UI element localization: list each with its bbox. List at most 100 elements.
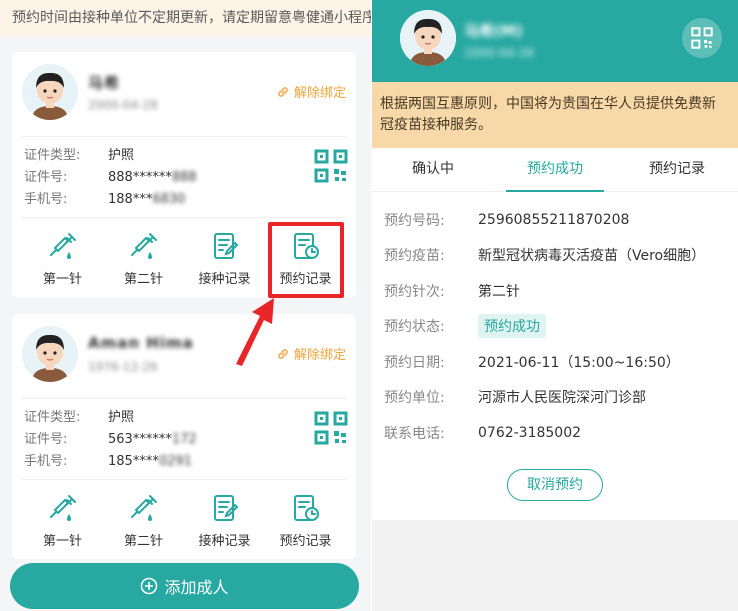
- info-row-phone: 手机号: 185**** 0291: [24, 451, 344, 473]
- appointment-record-button[interactable]: 预约记录: [265, 486, 346, 549]
- avatar-icon: [22, 326, 78, 382]
- member-name: Aman Hima: [88, 334, 194, 352]
- info-value: 888******: [108, 170, 172, 185]
- avatar: [22, 326, 78, 382]
- info-value: 563******: [108, 432, 172, 447]
- second-dose-button[interactable]: 第二针: [103, 224, 184, 287]
- info-row-id-number: 证件号: 888****** 888: [24, 167, 344, 189]
- detail-row-site: 预约单位: 河源市人民医院深河门诊部: [384, 380, 726, 416]
- detail-row-vaccine: 预约疫苗: 新型冠状病毒灭活疫苗（Vero细胞）: [384, 238, 726, 274]
- tab-confirming[interactable]: 确认中: [372, 148, 494, 191]
- avatar: [22, 64, 78, 120]
- masked-digits: 888: [171, 170, 197, 185]
- qr-code-icon[interactable]: [314, 411, 348, 445]
- screenshot-root: 预约时间由接种单位不定期更新，请定期留意粤健通小程序 马希 2000-04-28…: [0, 0, 738, 611]
- detail-row-phone: 联系电话: 0762-3185002: [384, 415, 726, 451]
- info-value: 护照: [108, 410, 135, 425]
- edit-document-icon: [213, 495, 238, 521]
- tab-booked[interactable]: 预约成功: [494, 148, 616, 192]
- cancel-appointment-button[interactable]: 取消预约: [507, 468, 603, 501]
- profile-dob: 2000-04-28: [464, 46, 534, 60]
- qr-code-button[interactable]: [682, 18, 722, 58]
- info-row-phone: 手机号: 188*** 6830: [24, 189, 344, 211]
- profile-name: 马希(M): [464, 22, 523, 40]
- arrow-annotation: [236, 298, 274, 366]
- avatar-icon: [400, 10, 456, 66]
- plus-circle-icon: [141, 577, 158, 595]
- detail-value: 第二针: [478, 283, 520, 300]
- appointment-details: 预约号码: 25960855211870208 预约疫苗: 新型冠状病毒灭活疫苗…: [372, 192, 738, 501]
- add-adult-button[interactable]: 添加成人: [10, 563, 359, 609]
- detail-label: 预约日期:: [384, 354, 445, 371]
- info-label: 手机号:: [24, 192, 68, 207]
- member-name: 马希: [88, 74, 121, 92]
- detail-value: 2021-06-11（15:00~16:50）: [478, 354, 680, 371]
- action-label: 接种记录: [198, 272, 251, 287]
- syringe-icon: [49, 495, 76, 521]
- detail-value: 25960855211870208: [478, 211, 630, 228]
- member-info: 证件类型: 护照 证件号: 888****** 888 手机号: 188*** …: [12, 137, 356, 217]
- profile-header: 马希(M) 2000-04-28: [372, 0, 738, 82]
- unbind-button[interactable]: 解除绑定: [276, 344, 346, 363]
- detail-value: 新型冠状病毒灭活疫苗（Vero细胞）: [478, 248, 706, 265]
- action-label: 接种记录: [198, 534, 251, 549]
- detail-value: 河源市人民医院深河门诊部: [478, 390, 646, 407]
- detail-label: 预约号码:: [384, 212, 445, 229]
- info-row-id-type: 证件类型: 护照: [24, 145, 344, 167]
- info-label: 证件号:: [24, 170, 68, 185]
- link-icon: [278, 86, 288, 97]
- action-label: 第二针: [123, 272, 163, 287]
- member-card-header: 马希 2000-04-28 解除绑定: [12, 52, 356, 136]
- unbind-label: 解除绑定: [293, 86, 346, 101]
- action-label: 第一针: [42, 272, 82, 287]
- member-dob: 2000-04-28: [88, 98, 158, 112]
- syringe-icon: [49, 233, 76, 259]
- avatar: [400, 10, 456, 66]
- member-card-header: Aman Hima 1976-12-26 解除绑定: [12, 314, 356, 398]
- member-list-panel: 预约时间由接种单位不定期更新，请定期留意粤健通小程序 马希 2000-04-28…: [0, 0, 371, 611]
- info-row-id-number: 证件号: 563****** 172: [24, 429, 344, 451]
- status-tabs: 确认中 预约成功 预约记录: [372, 148, 738, 192]
- detail-body: 确认中 预约成功 预约记录 预约号码: 25960855211870208 预约…: [372, 148, 738, 520]
- member-dob: 1976-12-26: [88, 360, 158, 374]
- unbind-label: 解除绑定: [293, 348, 346, 363]
- status-badge: 预约成功: [478, 314, 546, 339]
- action-label: 第二针: [123, 534, 163, 549]
- detail-label: 预约针次:: [384, 283, 445, 300]
- qr-code-icon: [691, 27, 713, 49]
- info-row-id-type: 证件类型: 护照: [24, 407, 344, 429]
- add-adult-label: 添加成人: [164, 578, 229, 597]
- info-label: 证件类型:: [24, 148, 81, 163]
- info-label: 证件号:: [24, 432, 68, 447]
- detail-value: 0762-3185002: [478, 424, 582, 441]
- vaccination-record-button[interactable]: 接种记录: [184, 224, 265, 287]
- highlight-box: [268, 222, 344, 298]
- info-label: 手机号:: [24, 454, 68, 469]
- member-card: Aman Hima 1976-12-26 解除绑定 证件类型: 护照 证件号: …: [12, 314, 356, 559]
- masked-digits: 0291: [158, 454, 192, 469]
- info-value: 护照: [108, 148, 135, 163]
- detail-label: 预约单位:: [384, 390, 445, 407]
- masked-digits: 172: [171, 432, 197, 447]
- clock-document-icon: [293, 495, 319, 521]
- detail-label: 预约状态:: [384, 319, 445, 336]
- syringe-icon: [130, 233, 157, 259]
- second-dose-button[interactable]: 第二针: [103, 486, 184, 549]
- info-label: 证件类型:: [24, 410, 81, 425]
- member-info: 证件类型: 护照 证件号: 563****** 172 手机号: 185****…: [12, 399, 356, 479]
- notice-bar: 预约时间由接种单位不定期更新，请定期留意粤健通小程序: [0, 0, 371, 36]
- info-value: 188***: [108, 192, 153, 207]
- first-dose-button[interactable]: 第一针: [22, 486, 103, 549]
- unbind-button[interactable]: 解除绑定: [276, 82, 346, 101]
- vaccination-record-button[interactable]: 接种记录: [184, 486, 265, 549]
- tab-records[interactable]: 预约记录: [616, 148, 738, 191]
- action-bar: 第一针 第二针 接种记录 预约记录: [22, 479, 346, 559]
- syringe-icon: [130, 495, 157, 521]
- action-label: 预约记录: [279, 534, 332, 549]
- detail-label: 预约疫苗:: [384, 248, 445, 265]
- appointment-detail-panel: 马希(M) 2000-04-28 根据两国互惠原则，中国将为贵国在华人员提供免费…: [372, 0, 738, 611]
- qr-code-icon[interactable]: [314, 149, 348, 183]
- first-dose-button[interactable]: 第一针: [22, 224, 103, 287]
- detail-row-status: 预约状态: 预约成功: [384, 309, 726, 345]
- info-value: 185****: [108, 454, 159, 469]
